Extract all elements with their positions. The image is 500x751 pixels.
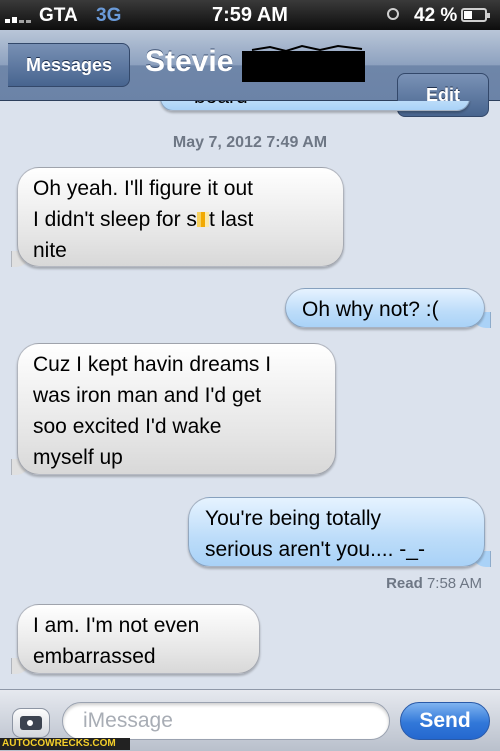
message-bubble-outgoing: You're being totally serious aren't you.… xyxy=(188,497,491,567)
message-thread[interactable]: board May 7, 2012 7:49 AM Oh yeah. I'll … xyxy=(0,101,500,689)
censor-emoji-icon xyxy=(196,212,209,227)
status-bar: GTA 3G 7:59 AM 42 % xyxy=(0,0,500,30)
read-receipt: Read 7:58 AM xyxy=(386,575,482,592)
battery-percentage: 42 % xyxy=(414,5,458,26)
message-text: myself up xyxy=(33,446,123,469)
message-text: serious aren't you.... -_- xyxy=(205,538,425,561)
battery-icon xyxy=(461,8,490,22)
read-label: Read xyxy=(386,575,423,592)
message-text: nite xyxy=(33,239,67,262)
message-text: was iron man and I'd get xyxy=(33,384,262,407)
alarm-clock-icon xyxy=(387,8,399,20)
message-text: board xyxy=(176,101,455,108)
message-timestamp: May 7, 2012 7:49 AM xyxy=(172,134,328,151)
message-text: I am. I'm not even xyxy=(33,614,200,637)
message-text: soo excited I'd wake xyxy=(33,415,222,438)
site-watermark: AUTOCOWRECKS.COM xyxy=(0,738,130,750)
redaction-box xyxy=(242,51,365,82)
message-text: embarrassed xyxy=(33,645,156,668)
camera-button[interactable] xyxy=(12,708,50,738)
message-bubble-outgoing: Oh why not? :( xyxy=(285,288,491,328)
message-bubble-incoming: I am. I'm not even embarrassed xyxy=(11,604,260,674)
messages-back-button[interactable]: Messages xyxy=(8,43,130,87)
message-text: Cuz I kept havin dreams I xyxy=(33,353,272,376)
contact-name: Stevie xyxy=(145,45,234,78)
message-text: Oh why not? :( xyxy=(302,298,439,321)
imessage-input[interactable]: iMessage xyxy=(62,702,390,740)
read-time: 7:58 AM xyxy=(426,575,482,592)
message-bubble-incoming: Cuz I kept havin dreams I was iron man a… xyxy=(11,343,336,475)
send-button[interactable]: Send xyxy=(400,702,490,740)
message-text: You're being totally xyxy=(205,507,382,530)
back-button-label: Messages xyxy=(26,55,113,75)
message-bubble-incoming: Oh yeah. I'll figure it out I didn't sle… xyxy=(11,167,344,267)
message-text: Oh yeah. I'll figure it out xyxy=(33,177,253,200)
message-bubble-partial: board xyxy=(160,101,476,111)
message-text-line: I didn't sleep for st last xyxy=(33,208,254,231)
